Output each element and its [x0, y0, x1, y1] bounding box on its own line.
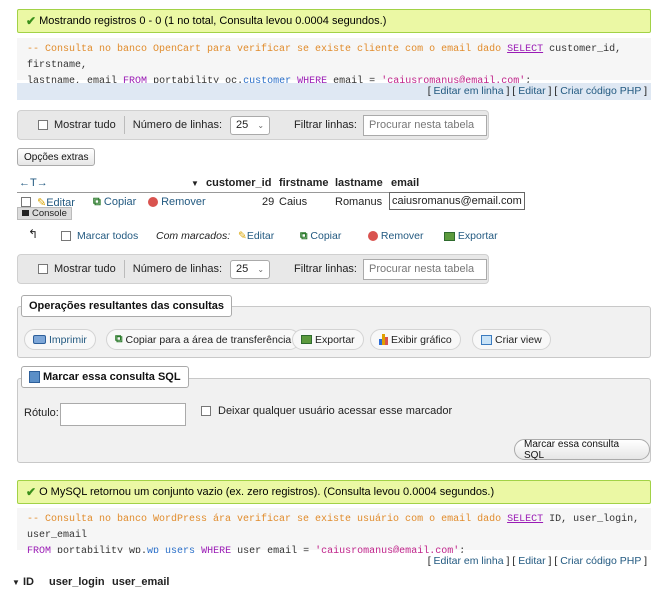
share-bookmark-checkbox[interactable] — [201, 406, 211, 416]
view-icon — [481, 334, 492, 345]
sql-keyword-link[interactable]: SELECT — [507, 514, 543, 525]
rows-label: Número de linhas: — [132, 119, 223, 131]
copy-icon: ⧉ — [93, 196, 101, 208]
copy-clipboard-button[interactable]: ⧉ Copiar para a área de transferência — [106, 329, 301, 350]
show-all-checkbox[interactable] — [38, 120, 48, 130]
bulk-remove-link[interactable]: Remover — [368, 230, 424, 242]
col-header-user-login[interactable]: user_login — [49, 576, 105, 588]
cell-lastname[interactable]: Romanus — [335, 196, 382, 208]
bookmark-label-input[interactable] — [60, 403, 186, 426]
bulk-edit-link[interactable]: ✎Editar — [238, 230, 274, 242]
filter-input[interactable]: Procurar nesta tabela — [363, 114, 487, 136]
cell-email[interactable]: caiusromanus@email.com — [389, 192, 525, 210]
extra-options-button[interactable]: Opções extras — [17, 148, 96, 166]
col-header-user-email[interactable]: user_email — [112, 576, 169, 588]
inline-edit-link[interactable]: Editar em linha — [434, 85, 504, 97]
col-header-email[interactable]: email — [391, 177, 419, 189]
bulk-export-link[interactable]: Exportar — [444, 230, 498, 242]
console-icon — [22, 210, 29, 216]
filter-input[interactable]: Procurar nesta tabela — [363, 258, 487, 280]
chevron-down-icon: ⌄ — [257, 264, 265, 274]
cell-firstname[interactable]: Caius — [279, 196, 307, 208]
row-remove-link[interactable]: Remover — [148, 196, 206, 208]
divider — [123, 260, 125, 278]
display-chart-button[interactable]: Exibir gráfico — [370, 329, 461, 350]
create-view-button[interactable]: Criar view — [472, 329, 551, 350]
copy-icon: ⧉ — [300, 230, 308, 242]
bookmark-legend: Marcar essa consulta SQL — [21, 366, 189, 389]
inline-edit-link[interactable]: Editar em linha — [434, 555, 504, 567]
success-message-2: ✔ O MySQL retornou um conjunto vazio (ex… — [17, 480, 651, 504]
query-ops-legend: Operações resultantes das consultas — [21, 295, 233, 317]
export-icon — [444, 231, 455, 241]
filter-label: Filtrar linhas: — [294, 263, 357, 275]
printer-icon — [33, 335, 46, 344]
col-header-lastname[interactable]: lastname — [335, 177, 383, 189]
filter-label: Filtrar linhas: — [294, 119, 357, 131]
remove-icon — [368, 231, 378, 242]
table-row: ✎Editar ⧉ Copiar Remover 29 Caius Romanu… — [17, 192, 525, 212]
sql-query-1: -- Consulta no banco OpenCart para verif… — [17, 38, 651, 87]
column-arrows[interactable]: ←T→ — [19, 177, 48, 189]
pencil-icon: ✎ — [238, 230, 247, 242]
with-marked-label: Com marcados: — [156, 230, 231, 242]
edit-link[interactable]: Editar — [518, 85, 545, 97]
share-bookmark-label: Deixar qualquer usuário acessar esse mar… — [218, 405, 453, 417]
sql-keyword-link[interactable]: SELECT — [507, 44, 543, 55]
console-tab[interactable]: Console — [17, 207, 72, 220]
chevron-down-icon: ⌄ — [257, 120, 265, 130]
mark-all-checkbox[interactable] — [61, 231, 71, 241]
rows-select[interactable]: 25 ⌄ — [230, 259, 271, 279]
success-text: Mostrando registros 0 - 0 (1 no total, C… — [39, 15, 387, 27]
success-message-1: ✔ Mostrando registros 0 - 0 (1 no total,… — [17, 9, 651, 33]
col-header-customer-id[interactable]: customer_id — [206, 177, 271, 189]
bookmark-fieldset: Rótulo: Deixar qualquer usuário acessar … — [17, 378, 651, 463]
create-php-link[interactable]: Criar código PHP — [560, 555, 641, 567]
arrow-up-left-icon: ↰ — [28, 227, 39, 241]
col-header-id[interactable]: ID — [23, 576, 34, 588]
table-header-row: ←T→ ▼ customer_id firstname lastname ema… — [17, 174, 511, 192]
export-button[interactable]: Exportar — [292, 329, 364, 350]
success-text: O MySQL retornou um conjunto vazio (ex. … — [39, 486, 495, 498]
bookmark-icon — [29, 371, 40, 384]
show-all-label: Mostrar tudo — [54, 263, 116, 275]
col-header-firstname[interactable]: firstname — [279, 177, 329, 189]
sort-triangle-icon: ▼ — [191, 179, 199, 188]
query-links-bar-2: [ Editar em linha ] [ Editar ] [ Criar c… — [17, 553, 651, 570]
check-icon: ✔ — [26, 485, 37, 499]
remove-icon — [148, 197, 158, 208]
show-all-label: Mostrar tudo — [54, 119, 116, 131]
bulk-copy-link[interactable]: ⧉ Copiar — [300, 230, 341, 243]
label-caption: Rótulo: — [24, 407, 59, 419]
navigation-panel-bottom: Mostrar tudo Número de linhas: 25 ⌄ Filtr… — [17, 254, 489, 284]
copy-icon: ⧉ — [115, 333, 123, 345]
bar-chart-icon — [379, 334, 388, 345]
row-copy-link[interactable]: ⧉ Copiar — [93, 196, 136, 209]
edit-link[interactable]: Editar — [518, 555, 545, 567]
divider — [123, 116, 125, 134]
sort-triangle-icon: ▼ — [12, 578, 20, 587]
cell-customer-id[interactable]: 29 — [262, 196, 274, 208]
print-button[interactable]: Imprimir — [24, 329, 96, 350]
bulk-actions-bar: ↰ Marcar todos Com marcados: ✎Editar ⧉ C… — [28, 227, 508, 245]
mark-all-link[interactable]: Marcar todos — [77, 230, 138, 242]
rows-select[interactable]: 25 ⌄ — [230, 115, 271, 135]
export-icon — [301, 335, 312, 344]
bookmark-submit-button[interactable]: Marcar essa consulta SQL — [514, 439, 650, 461]
sql-query-2: -- Consulta no banco WordPress ára verif… — [17, 508, 651, 557]
navigation-panel-top: Mostrar tudo Número de linhas: 25 ⌄ Filtr… — [17, 110, 489, 140]
create-php-link[interactable]: Criar código PHP — [560, 85, 641, 97]
row-checkbox[interactable] — [21, 197, 31, 207]
check-icon: ✔ — [26, 14, 37, 28]
query-links-bar-1: [ Editar em linha ] [ Editar ] [ Criar c… — [17, 83, 651, 100]
ops-buttons: Imprimir ⧉ Copiar para a área de transfer… — [24, 329, 644, 351]
table-header-row-2: ▼ ID user_login user_email — [12, 576, 212, 590]
rows-label: Número de linhas: — [132, 263, 223, 275]
show-all-checkbox[interactable] — [38, 264, 48, 274]
